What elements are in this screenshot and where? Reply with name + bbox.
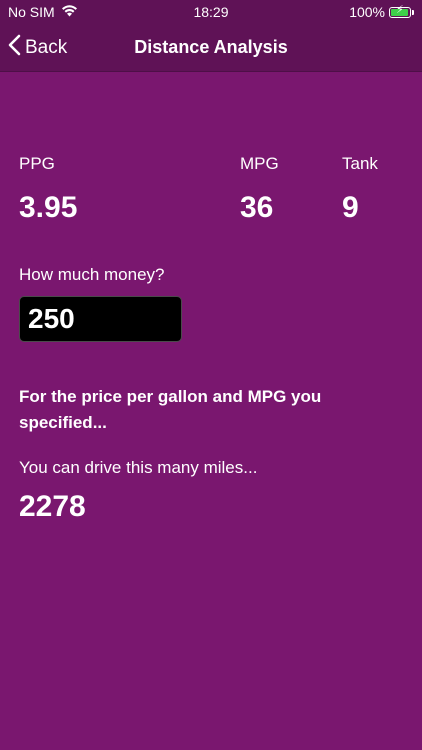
ppg-label: PPG (19, 154, 55, 173)
status-right: 100% ⚡ (349, 4, 414, 20)
status-bar: No SIM 18:29 100% ⚡ (0, 0, 422, 24)
mpg-value: 36 (240, 191, 274, 224)
page-title: Distance Analysis (134, 37, 288, 57)
charging-bolt-icon: ⚡ (396, 3, 404, 16)
battery-percent: 100% (349, 4, 385, 20)
money-input[interactable] (19, 296, 182, 342)
battery-icon: ⚡ (389, 3, 411, 18)
ppg-value: 3.95 (19, 191, 78, 224)
nav-bar: Back Distance Analysis (0, 24, 422, 72)
battery-cap (412, 9, 414, 15)
tank-label: Tank (342, 154, 378, 173)
mpg-label: MPG (240, 154, 279, 173)
screen: No SIM 18:29 100% ⚡ Back Distance Analys… (0, 0, 422, 750)
miles-value: 2278 (19, 490, 86, 523)
tank-value: 9 (342, 191, 359, 224)
money-label: How much money? (19, 265, 165, 284)
result-explanation: For the price per gallon and MPG you spe… (19, 387, 322, 432)
miles-label: You can drive this many miles... (19, 458, 258, 477)
